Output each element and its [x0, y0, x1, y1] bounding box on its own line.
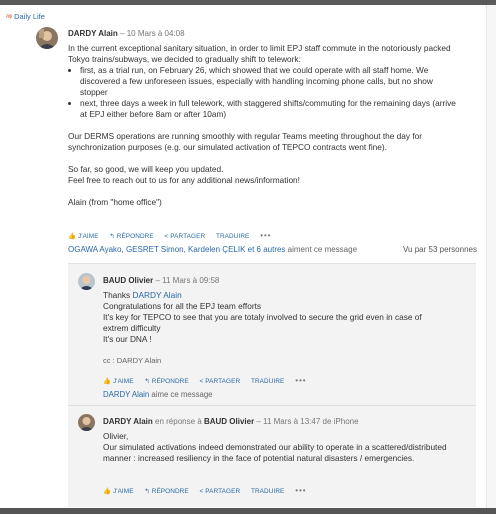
reply-date[interactable]: – 11 Mars à 09:58: [155, 276, 219, 285]
share-label: PARTAGER: [170, 233, 206, 240]
share-icon: <: [164, 233, 169, 240]
likers-link[interactable]: OGAWA Ayako, GESRET Simon, Kardelen ÇELI…: [68, 245, 285, 254]
reply-to-author[interactable]: BAUD Olivier: [204, 417, 254, 426]
post-signature: Alain (from "home office"): [68, 197, 162, 207]
reply-line: It's key for TEPCO to see that you are t…: [103, 312, 422, 333]
post-author-line: DARDY Alain – 10 Mars à 04:08: [68, 29, 185, 38]
reply-line: Congratulations for all the EPJ team eff…: [103, 301, 262, 311]
translate-label: TRADUIRE: [215, 233, 250, 240]
post-bullet-list: first, as a trial run, on February 26, w…: [68, 65, 456, 120]
group-icon: ᵃᵠ: [6, 12, 13, 21]
reply-label: RÉPONDRE: [116, 233, 154, 240]
reply-button[interactable]: ↰ RÉPONDRE: [144, 378, 188, 385]
post-paragraph: Feel free to reach out to us for any add…: [68, 175, 300, 185]
thumbs-up-icon: 👍: [103, 488, 112, 495]
window-bottom-bar: [0, 508, 496, 514]
likes-summary: OGAWA Ayako, GESRET Simon, Kardelen ÇELI…: [68, 245, 357, 254]
group-name: Daily Life: [14, 12, 45, 21]
reply-button[interactable]: ↰ RÉPONDRE: [109, 233, 153, 240]
share-icon: <: [199, 378, 204, 385]
post-date[interactable]: – 10 Mars à 04:08: [120, 29, 184, 38]
like-button[interactable]: 👍 J'AIME: [103, 488, 134, 495]
reply-label: RÉPONDRE: [151, 378, 189, 385]
reply-actions: 👍 J'AIME ↰ RÉPONDRE < PARTAGER TRADUIRE …: [103, 376, 307, 385]
scrollbar[interactable]: [486, 5, 496, 514]
reply-date[interactable]: – 11 Mars à 13:47 de iPhone: [254, 417, 358, 426]
post-paragraph: So far, so good, we will keep you update…: [68, 164, 224, 174]
share-label: PARTAGER: [205, 488, 241, 495]
reply-divider: [68, 405, 476, 406]
more-options-icon[interactable]: •••: [295, 376, 306, 385]
liker-link[interactable]: DARDY Alain: [103, 390, 149, 399]
reply-line: Olivier,: [103, 431, 129, 441]
post-intro: In the current exceptional sanitary situ…: [68, 43, 451, 64]
share-button[interactable]: < PARTAGER: [165, 233, 206, 240]
author-name[interactable]: DARDY Alain: [103, 417, 153, 426]
like-label: J'AIME: [112, 378, 134, 385]
reply-actions: 👍 J'AIME ↰ RÉPONDRE < PARTAGER TRADUIRE …: [103, 486, 307, 495]
avatar[interactable]: [36, 27, 58, 49]
reply-body: Olivier, Our simulated activations indee…: [103, 431, 463, 464]
seen-by-count[interactable]: Vu par 53 personnes: [403, 245, 477, 254]
author-name[interactable]: BAUD Olivier: [103, 276, 153, 285]
group-header[interactable]: ᵃᵠ Daily Life: [6, 12, 45, 21]
like-button[interactable]: 👍 J'AIME: [103, 378, 134, 385]
more-options-icon[interactable]: •••: [295, 486, 306, 495]
window-top-bar: [0, 0, 496, 5]
mention-link[interactable]: DARDY Alain: [133, 290, 182, 300]
translate-button[interactable]: TRADUIRE: [251, 378, 284, 385]
cc-line: cc : DARDY Alain: [103, 356, 162, 365]
reply-label: RÉPONDRE: [151, 488, 189, 495]
translate-button[interactable]: TRADUIRE: [251, 488, 284, 495]
reply-line: It's our DNA !: [103, 334, 152, 344]
thumbs-up-icon: 👍: [103, 378, 112, 385]
share-button[interactable]: < PARTAGER: [200, 488, 241, 495]
in-reply-to-text: en réponse à: [152, 417, 204, 426]
like-label: J'AIME: [112, 488, 134, 495]
likes-suffix: aiment ce message: [285, 245, 358, 254]
share-label: PARTAGER: [205, 378, 241, 385]
thanks-text: Thanks: [103, 290, 133, 300]
author-name[interactable]: DARDY Alain: [68, 29, 118, 38]
thumbs-up-icon: 👍: [68, 233, 77, 240]
like-button[interactable]: 👍 J'AIME: [68, 233, 99, 240]
share-icon: <: [199, 488, 204, 495]
share-button[interactable]: < PARTAGER: [200, 378, 241, 385]
post-body: In the current exceptional sanitary situ…: [68, 43, 456, 208]
reply-body: Thanks DARDY Alain Congratulations for a…: [103, 290, 448, 345]
avatar[interactable]: [78, 414, 95, 431]
avatar[interactable]: [78, 273, 95, 290]
likes-suffix: aime ce message: [149, 390, 213, 399]
reply-likes-summary: DARDY Alain aime ce message: [103, 390, 213, 399]
like-label: J'AIME: [77, 233, 99, 240]
reply-line: Our simulated activations indeed demonst…: [103, 442, 447, 463]
more-options-icon[interactable]: •••: [260, 231, 271, 240]
translate-label: TRADUIRE: [250, 378, 285, 385]
reply-author-line: BAUD Olivier – 11 Mars à 09:58: [103, 276, 219, 285]
reply-icon: ↰: [144, 488, 150, 495]
reply-button[interactable]: ↰ RÉPONDRE: [144, 488, 188, 495]
reply-author-line: DARDY Alain en réponse à BAUD Olivier – …: [103, 417, 359, 426]
reply-icon: ↰: [144, 378, 150, 385]
list-item: next, three days a week in full telework…: [80, 98, 456, 120]
translate-button[interactable]: TRADUIRE: [216, 233, 249, 240]
list-item: first, as a trial run, on February 26, w…: [80, 65, 456, 98]
translate-label: TRADUIRE: [250, 488, 285, 495]
post-actions: 👍 J'AIME ↰ RÉPONDRE < PARTAGER TRADUIRE …: [68, 231, 272, 240]
reply-icon: ↰: [109, 233, 115, 240]
post-paragraph: Our DERMS operations are running smoothl…: [68, 131, 423, 152]
